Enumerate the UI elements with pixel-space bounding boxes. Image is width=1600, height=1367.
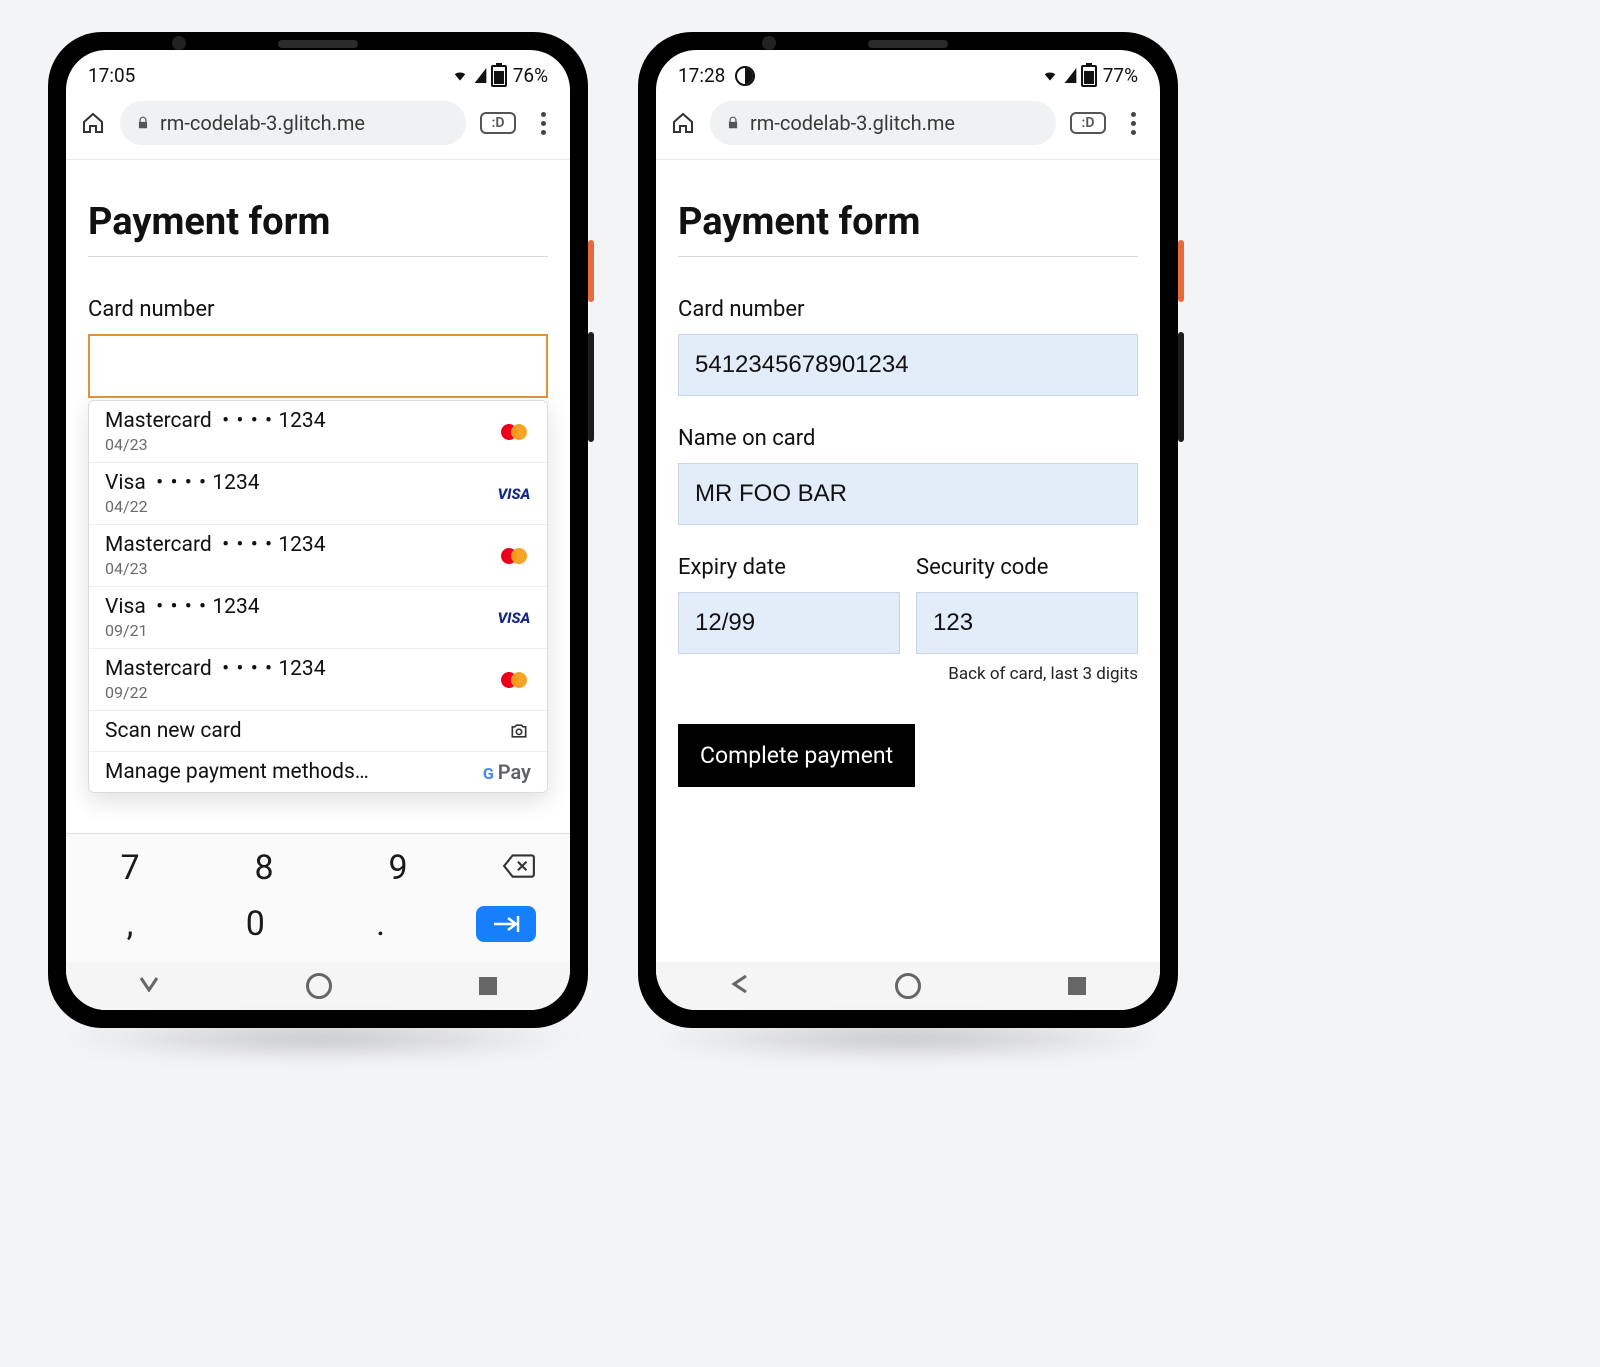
nav-home-button[interactable] [895,973,921,999]
tab-switcher-button[interactable]: :D [1070,112,1106,134]
tab-switcher-button[interactable]: :D [480,112,516,134]
browser-toolbar: rm-codelab-3.glitch.me :D [66,95,570,160]
autofill-card-option[interactable]: Mastercard • • • • 1234 04/23 [89,525,547,587]
security-code-label: Security code [916,555,1138,580]
autofill-dropdown: Mastercard • • • • 1234 04/23 Visa • • •… [88,400,548,793]
key-7[interactable]: 7 [100,848,160,888]
lock-icon [136,116,150,130]
url-text: rm-codelab-3.glitch.me [750,111,955,135]
phone-shadow [48,1020,588,1056]
status-time: 17:05 [88,64,135,87]
title-divider [88,256,548,257]
battery-percentage: 77% [1103,64,1138,87]
expiry-date-input[interactable] [678,592,900,654]
backspace-key[interactable] [502,853,536,883]
browser-toolbar: rm-codelab-3.glitch.me :D [656,95,1160,160]
wifi-icon [1040,69,1060,83]
phone-power-button [1178,240,1184,302]
data-saver-icon [735,66,755,86]
key-comma[interactable]: , [100,904,160,944]
visa-icon: VISA [497,483,531,505]
wifi-icon [450,69,470,83]
nav-recents-button[interactable] [479,977,497,995]
phone-power-button [588,240,594,302]
status-time: 17:28 [678,64,725,87]
key-8[interactable]: 8 [234,848,294,888]
signal-icon [1064,68,1076,83]
scan-new-card-option[interactable]: Scan new card [89,711,547,752]
security-code-input[interactable] [916,592,1138,654]
home-icon[interactable] [670,111,696,135]
phone-speaker [278,40,358,48]
camera-icon [507,721,531,741]
phone-volume-button [1178,332,1184,442]
page-title: Payment form [678,200,1138,244]
phone-speaker [868,40,948,48]
mastercard-icon [497,421,531,443]
lock-icon [726,116,740,130]
signal-icon [474,68,486,83]
manage-payment-methods-option[interactable]: Manage payment methods… GPay [89,752,547,792]
name-on-card-input[interactable] [678,463,1138,525]
mastercard-icon [497,545,531,567]
battery-icon [491,65,507,87]
google-pay-icon: GPay [483,760,531,784]
more-menu-button[interactable] [1120,112,1146,135]
android-nav-bar [66,962,570,1010]
mastercard-icon [497,669,531,691]
nav-recents-button[interactable] [1068,977,1086,995]
card-number-input[interactable] [88,334,548,398]
numeric-keypad: 7 8 9 , 0 . [66,833,570,962]
key-period[interactable]: . [351,904,411,944]
phone-front-camera [172,36,186,50]
page-content: Payment form Card number Mastercard • • … [66,160,570,793]
card-number-input[interactable] [678,334,1138,396]
nav-back-button[interactable] [139,976,159,996]
phone-screen: 17:28 77% rm-codelab-3.glitch.me :D Paym [656,50,1160,1010]
go-key[interactable] [476,906,536,942]
title-divider [678,256,1138,257]
nav-home-button[interactable] [306,973,332,999]
security-code-hint: Back of card, last 3 digits [916,664,1138,684]
key-9[interactable]: 9 [368,848,428,888]
url-text: rm-codelab-3.glitch.me [160,111,365,135]
autofill-card-option[interactable]: Mastercard • • • • 1234 04/23 [89,401,547,463]
battery-percentage: 76% [513,64,548,87]
status-bar: 17:28 77% [656,50,1160,95]
card-number-label: Card number [678,297,1138,322]
android-nav-bar [656,962,1160,1010]
battery-icon [1081,65,1097,87]
autofill-card-option[interactable]: Visa • • • • 1234 04/22 VISA [89,463,547,525]
phone-front-camera [762,36,776,50]
expiry-date-label: Expiry date [678,555,900,580]
nav-back-button[interactable] [730,974,748,998]
phone-screen: 17:05 76% rm-codelab-3.glitch.me :D Paym… [66,50,570,1010]
phone-right: 17:28 77% rm-codelab-3.glitch.me :D Paym [638,32,1178,1028]
autofill-card-option[interactable]: Visa • • • • 1234 09/21 VISA [89,587,547,649]
status-bar: 17:05 76% [66,50,570,95]
page-content: Payment form Card number Name on card Ex… [656,160,1160,787]
phone-shadow [638,1020,1178,1056]
more-menu-button[interactable] [530,112,556,135]
phone-left: 17:05 76% rm-codelab-3.glitch.me :D Paym… [48,32,588,1028]
name-on-card-label: Name on card [678,426,1138,451]
home-icon[interactable] [80,111,106,135]
autofill-card-option[interactable]: Mastercard • • • • 1234 09/22 [89,649,547,711]
complete-payment-button[interactable]: Complete payment [678,724,915,787]
page-title: Payment form [88,200,548,244]
card-number-label: Card number [88,297,548,322]
address-bar[interactable]: rm-codelab-3.glitch.me [710,101,1056,145]
key-0[interactable]: 0 [225,904,285,944]
phone-volume-button [588,332,594,442]
address-bar[interactable]: rm-codelab-3.glitch.me [120,101,466,145]
visa-icon: VISA [497,607,531,629]
